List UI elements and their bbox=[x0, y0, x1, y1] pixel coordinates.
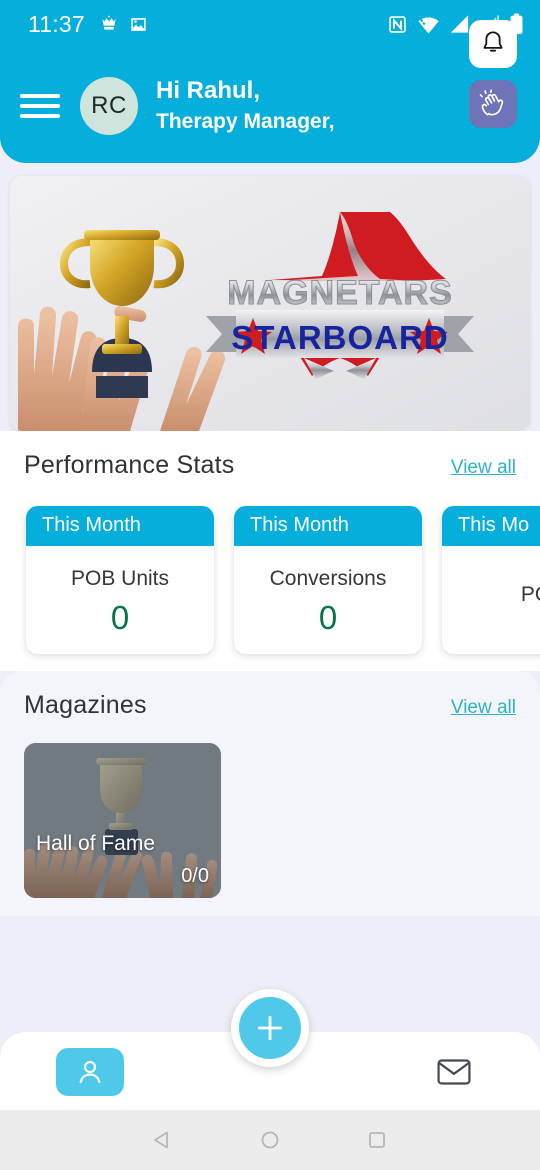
stat-card-label: POB Units bbox=[70, 566, 170, 590]
stat-card-body: Conversions 0 bbox=[234, 546, 422, 654]
promo-banner[interactable]: MAGNETARS STARBOARD bbox=[10, 176, 530, 431]
crown-notification-icon bbox=[102, 15, 116, 30]
status-bar-clock: 11:37 bbox=[28, 10, 85, 37]
greeting-role: Therapy Manager, bbox=[156, 109, 335, 133]
bottom-nav-mail-button[interactable] bbox=[432, 1052, 476, 1092]
svg-text:MAGNETARS: MAGNETARS bbox=[227, 274, 453, 312]
magazines-view-all-link[interactable]: View all bbox=[451, 697, 516, 719]
avatar-initials: RC bbox=[91, 91, 127, 119]
status-bar-notification-icons bbox=[99, 14, 148, 34]
stat-card[interactable]: This Month POB Units 0 bbox=[26, 506, 214, 654]
signal-sim1-icon bbox=[450, 15, 469, 33]
plus-icon bbox=[257, 1015, 283, 1041]
magazines-section: Magazines View all Hall of Fame 0/0 bbox=[0, 671, 540, 916]
system-recents-button[interactable] bbox=[366, 1129, 388, 1151]
greeting-block: Hi Rahul, Therapy Manager, bbox=[156, 75, 335, 136]
stat-card-value: 0 bbox=[110, 598, 130, 636]
stat-card-label: Conversions bbox=[269, 566, 387, 590]
home-circle-icon bbox=[261, 1131, 279, 1149]
stat-card-period: This Mo bbox=[442, 506, 540, 546]
recents-square-icon bbox=[368, 1132, 385, 1148]
avatar[interactable]: RC bbox=[80, 76, 138, 135]
magazines-title: Magazines bbox=[24, 691, 147, 719]
hamburger-menu-icon[interactable] bbox=[20, 91, 60, 121]
performance-view-all-link[interactable]: View all bbox=[451, 457, 516, 479]
stat-card-body: POB Units 0 bbox=[26, 546, 214, 654]
add-floating-action-button[interactable] bbox=[231, 989, 309, 1067]
stat-card-label: PO bbox=[520, 583, 540, 606]
stat-card-list[interactable]: This Month POB Units 0 This Month Conver… bbox=[0, 506, 540, 654]
banner-image: MAGNETARS STARBOARD bbox=[10, 176, 530, 431]
magazine-title: Hall of Fame bbox=[36, 832, 156, 855]
app-header: RC Hi Rahul, Therapy Manager, bbox=[0, 48, 540, 163]
wifi-icon bbox=[418, 17, 439, 34]
back-triangle-icon bbox=[154, 1131, 169, 1149]
notification-bell-button[interactable] bbox=[469, 20, 517, 68]
clapping-hands-icon bbox=[479, 89, 504, 116]
nfc-icon bbox=[389, 15, 406, 33]
envelope-icon bbox=[437, 1059, 471, 1085]
notification-bell-icon bbox=[483, 31, 503, 52]
magazine-card[interactable]: Hall of Fame 0/0 bbox=[24, 743, 221, 898]
performance-stats-section: Performance Stats View all This Month PO… bbox=[0, 431, 540, 671]
magazines-header: Magazines View all bbox=[0, 671, 540, 720]
stat-card[interactable]: This Mo PO bbox=[442, 506, 540, 654]
applause-button[interactable] bbox=[469, 80, 517, 128]
status-bar: 11:37 bbox=[0, 0, 540, 48]
stat-card-period: This Month bbox=[26, 506, 214, 546]
page-title: Performance Stats bbox=[24, 451, 235, 479]
stat-card[interactable]: This Month Conversions 0 bbox=[234, 506, 422, 654]
stat-card-period: This Month bbox=[234, 506, 422, 546]
stat-card-value: 0 bbox=[318, 598, 338, 636]
image-notification-icon bbox=[131, 17, 146, 31]
stat-card-body: PO bbox=[442, 546, 540, 654]
magazine-progress-count: 0/0 bbox=[181, 865, 209, 887]
system-navigation-bar bbox=[0, 1110, 540, 1170]
bottom-nav-profile-button[interactable] bbox=[56, 1048, 124, 1096]
performance-header: Performance Stats View all bbox=[0, 431, 540, 480]
system-home-button[interactable] bbox=[259, 1129, 281, 1151]
system-back-button[interactable] bbox=[152, 1129, 174, 1151]
svg-text:STARBOARD: STARBOARD bbox=[231, 319, 448, 356]
app-screen: 11:37 RC Hi Rahul, Therapy Manager, MAGN… bbox=[0, 0, 540, 1170]
greeting-name: Hi Rahul, bbox=[156, 77, 261, 105]
person-icon bbox=[79, 1060, 101, 1084]
